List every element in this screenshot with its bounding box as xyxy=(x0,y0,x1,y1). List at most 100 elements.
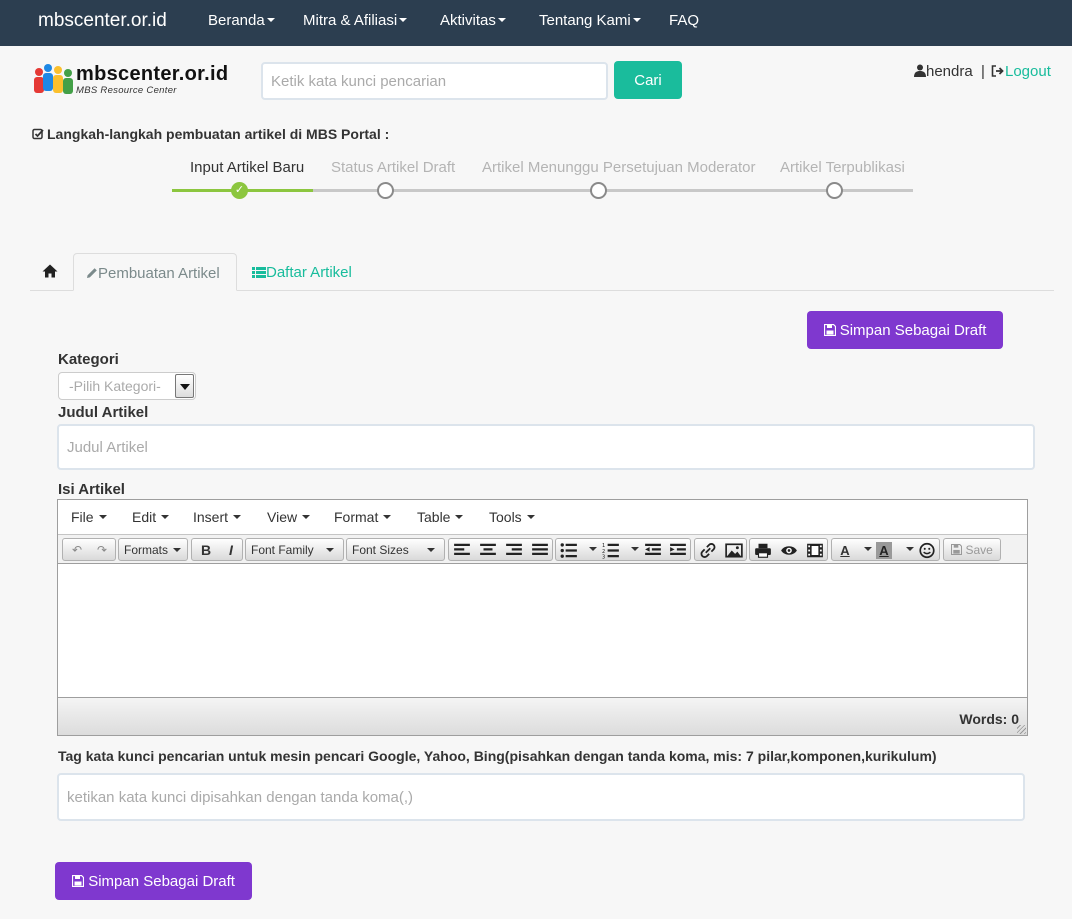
menu-tools[interactable]: Tools xyxy=(489,509,535,525)
font-family-label: Font Family xyxy=(251,543,314,557)
logout-link[interactable]: Logout xyxy=(991,63,1051,80)
tab-daftar-artikel[interactable]: Daftar Artikel xyxy=(252,264,352,281)
dropdown-arrow-icon xyxy=(175,374,194,398)
nav-item-mitra-afiliasi[interactable]: Mitra & Afiliasi xyxy=(303,12,408,29)
caret-down-icon[interactable] xyxy=(631,547,639,551)
pencil-icon xyxy=(87,268,97,278)
check-square-icon xyxy=(32,128,44,140)
menu-file[interactable]: File xyxy=(71,509,107,525)
caret-down-icon xyxy=(632,18,641,23)
indent-icon[interactable] xyxy=(669,542,687,559)
logo-subtitle: MBS Resource Center xyxy=(76,85,177,96)
tag-keywords-label: Tag kata kunci pencarian untuk mesin pen… xyxy=(58,748,937,764)
menu-format[interactable]: Format xyxy=(334,509,392,525)
caret-down-icon xyxy=(266,18,275,23)
media-film-icon[interactable] xyxy=(806,542,824,559)
logo-title: mbscenter.or.id xyxy=(76,63,229,85)
align-center-icon[interactable] xyxy=(479,542,497,559)
people-logo-icon xyxy=(34,64,73,94)
caret-down-icon xyxy=(325,547,334,552)
undo-redo-group: ↶ ↷ xyxy=(62,538,116,561)
font-sizes-dropdown[interactable]: Font Sizes xyxy=(346,538,445,561)
category-select[interactable]: -Pilih Kategori- xyxy=(58,372,196,400)
sign-out-icon xyxy=(991,65,1004,77)
menu-edit[interactable]: Edit xyxy=(132,509,170,525)
floppy-disk-icon xyxy=(951,543,963,556)
rich-text-editor: File Edit Insert View Format Table Tools… xyxy=(57,499,1028,736)
floppy-disk-icon xyxy=(823,323,836,336)
caret-down-icon xyxy=(526,515,535,520)
list-indent-group: 123 xyxy=(555,538,691,561)
align-right-icon[interactable] xyxy=(505,542,523,559)
editor-save-button[interactable]: Save xyxy=(943,538,1001,561)
tab-pembuatan-artikel[interactable]: Pembuatan Artikel xyxy=(73,253,237,291)
caret-down-icon[interactable] xyxy=(864,547,872,551)
font-family-dropdown[interactable]: Font Family xyxy=(245,538,344,561)
logout-label: Logout xyxy=(1005,63,1051,80)
caret-down-icon xyxy=(173,547,182,552)
numbered-list-icon[interactable]: 123 xyxy=(602,542,620,559)
caret-down-icon xyxy=(302,515,311,520)
menu-insert[interactable]: Insert xyxy=(193,509,242,525)
tag-keywords-input[interactable] xyxy=(57,773,1025,821)
floppy-disk-icon xyxy=(71,874,85,887)
save-draft-button-top[interactable]: Simpan Sebagai Draft xyxy=(807,311,1003,349)
save-draft-button-bottom[interactable]: Simpan Sebagai Draft xyxy=(55,862,252,900)
user-info[interactable]: hendra xyxy=(914,63,973,80)
navbar-brand[interactable]: mbscenter.or.id xyxy=(38,10,167,32)
bold-italic-group: B I xyxy=(191,538,243,561)
editor-content-area[interactable] xyxy=(58,564,1027,697)
background-color-icon[interactable]: A xyxy=(876,542,892,559)
formats-dropdown[interactable]: Formats xyxy=(118,538,188,561)
link-image-group xyxy=(694,538,747,561)
nav-item-tentang-kami[interactable]: Tentang Kami xyxy=(539,12,641,29)
step-circle-icon xyxy=(377,182,394,199)
emoticon-icon[interactable] xyxy=(918,542,936,559)
image-icon[interactable] xyxy=(725,542,743,559)
search-button[interactable]: Cari xyxy=(614,61,682,99)
step-menunggu-persetujuan: Artikel Menunggu Persetujuan Moderator xyxy=(482,159,756,176)
caret-down-icon[interactable] xyxy=(589,547,597,551)
header-separator: | xyxy=(981,63,985,80)
link-icon[interactable] xyxy=(699,542,717,559)
nav-item-beranda[interactable]: Beranda xyxy=(208,12,275,29)
article-title-label: Judul Artikel xyxy=(58,404,149,421)
color-emoticon-group: A A xyxy=(831,538,940,561)
step-artikel-terpublikasi: Artikel Terpublikasi xyxy=(780,159,905,176)
align-left-icon[interactable] xyxy=(453,542,471,559)
align-justify-icon[interactable] xyxy=(531,542,549,559)
caret-down-icon xyxy=(497,18,506,23)
bullet-list-icon[interactable] xyxy=(560,542,578,559)
editor-save-label: Save xyxy=(965,543,993,557)
redo-icon[interactable]: ↷ xyxy=(90,542,114,559)
italic-button[interactable]: I xyxy=(219,542,243,559)
caret-down-icon xyxy=(399,18,408,23)
bold-button[interactable]: B xyxy=(194,542,218,559)
list-icon xyxy=(252,267,266,278)
formats-label: Formats xyxy=(124,543,169,557)
nav-item-aktivitas[interactable]: Aktivitas xyxy=(440,12,506,29)
text-color-icon[interactable]: A xyxy=(836,542,854,559)
caret-down-icon xyxy=(383,515,392,520)
undo-icon[interactable]: ↶ xyxy=(65,542,89,559)
caret-down-icon xyxy=(233,515,242,520)
tab-home[interactable] xyxy=(42,264,60,280)
article-content-label: Isi Artikel xyxy=(58,481,125,498)
editor-statusbar: Words: 0 xyxy=(58,697,1027,735)
steps-title: Langkah-langkah pembuatan artikel di MBS… xyxy=(32,126,389,142)
svg-text:3: 3 xyxy=(602,554,605,559)
preview-eye-icon[interactable] xyxy=(780,542,798,559)
menu-table[interactable]: Table xyxy=(417,509,464,525)
outdent-icon[interactable] xyxy=(644,542,662,559)
category-selected-value: -Pilih Kategori- xyxy=(69,378,161,394)
article-title-input[interactable] xyxy=(57,424,1035,470)
nav-item-faq[interactable]: FAQ xyxy=(669,12,699,29)
menu-view[interactable]: View xyxy=(267,509,311,525)
search-input[interactable] xyxy=(261,62,608,100)
caret-down-icon[interactable] xyxy=(906,547,914,551)
username: hendra xyxy=(926,63,973,80)
print-icon[interactable] xyxy=(754,542,772,559)
site-logo[interactable]: mbscenter.or.id MBS Resource Center xyxy=(32,63,242,99)
user-icon xyxy=(914,64,926,77)
resize-handle-icon[interactable] xyxy=(1017,725,1026,734)
